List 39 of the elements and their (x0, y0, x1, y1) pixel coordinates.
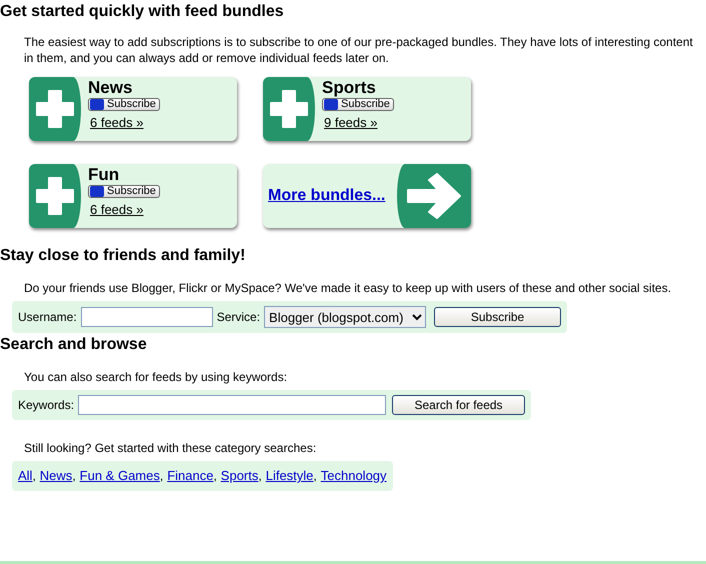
intro-text: Still looking? Get started with these category searches: (23, 440, 318, 457)
separator: , (32, 468, 36, 485)
intro-text: You can also search for feeds by using keywords: (23, 369, 288, 386)
keywords-label: Keywords: (18, 397, 74, 414)
subscribe-button[interactable]: Subscribe (88, 185, 160, 198)
category-link[interactable]: All (18, 466, 32, 486)
arrow-right-icon (406, 173, 462, 219)
separator: , (313, 468, 317, 485)
separator: , (258, 468, 262, 485)
separator: , (72, 468, 76, 485)
username-field[interactable] (80, 307, 213, 327)
more-bundles-link[interactable]: More bundles... (268, 184, 386, 208)
subscribe-button[interactable]: Subscribe (434, 307, 562, 327)
separator: , (213, 468, 217, 485)
section-heading: Search and browse (0, 335, 148, 355)
subscribe-button[interactable]: Subscribe (88, 98, 160, 111)
separator: , (160, 468, 164, 485)
bundle-title: Sports (322, 79, 377, 96)
category-link[interactable]: Sports (220, 466, 258, 486)
service-label: Service: (216, 309, 260, 326)
category-link[interactable]: Lifestyle (266, 466, 314, 486)
category-link[interactable]: News (40, 466, 72, 486)
intro-text: The easiest way to add subscriptions is to subscribe to one of our pre-packaged bundles. They have lots of interesting content in them, and you can always add or remove individual feeds later on. (23, 34, 694, 67)
feeds-link[interactable]: 6 feeds » (90, 116, 144, 129)
section-heading: Get started quickly with feed bundles (0, 2, 285, 22)
intro-text: Do your friends use Blogger, Flickr or MySpace? We've made it easy to keep up with users of these and other social sites. (23, 280, 672, 297)
section-heading: Stay close to friends and family! (0, 246, 246, 266)
subscribe-button[interactable]: Subscribe (322, 98, 394, 111)
service-dropdown[interactable]: Blogger (blogspot.com) (264, 306, 426, 328)
feeds-link[interactable]: 9 feeds » (324, 116, 378, 129)
category-link[interactable]: Technology (320, 466, 387, 486)
category-link[interactable]: Fun & Games (80, 466, 160, 486)
category-link[interactable]: Finance (167, 466, 214, 486)
keywords-field[interactable] (78, 395, 386, 415)
bundle-title: News (88, 79, 134, 96)
username-label: Username: (18, 309, 77, 326)
bundle-title: Fun (88, 166, 120, 183)
feeds-link[interactable]: 6 feeds » (90, 203, 144, 216)
search-button[interactable]: Search for feeds (392, 395, 526, 415)
